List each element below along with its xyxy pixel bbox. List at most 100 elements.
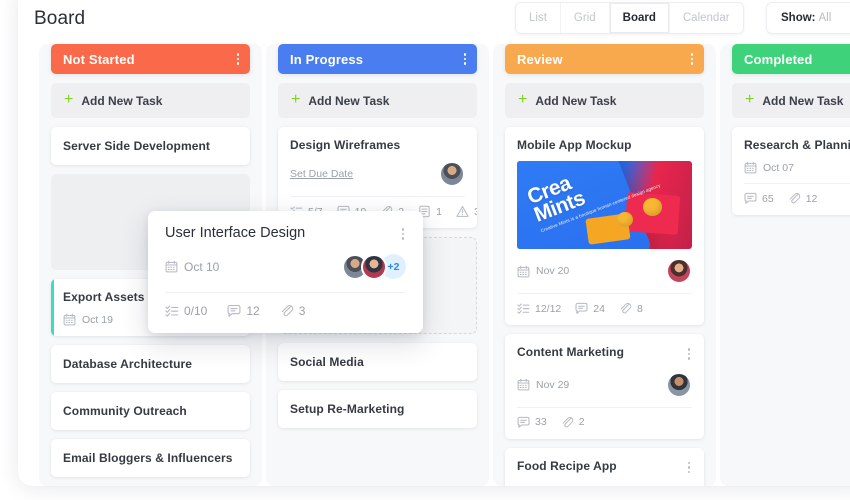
column-title: In Progress [290, 51, 364, 67]
card-title: Setup Re-Marketing [290, 402, 405, 416]
column-title: Completed [744, 51, 813, 67]
checklist-icon [165, 304, 179, 318]
card-title: Community Outreach [63, 404, 187, 418]
divider [517, 406, 692, 408]
task-card[interactable]: Community Outreach [51, 392, 250, 430]
add-new-task-button[interactable]: + Add New Task [505, 83, 704, 118]
kanban-column: Completed + Add New Task Research & Plan… [720, 44, 850, 486]
comment-icon [575, 302, 588, 315]
show-filter-dropdown[interactable]: Show: All [766, 2, 850, 34]
meta-value: 2 [578, 416, 585, 428]
column-header[interactable]: Completed [732, 44, 850, 74]
column-menu-icon[interactable] [235, 50, 242, 68]
add-new-task-button[interactable]: + Add New Task [732, 83, 850, 118]
avatar[interactable] [647, 485, 673, 486]
add-new-task-button[interactable]: + Add New Task [278, 83, 477, 118]
plus-icon: + [518, 91, 528, 108]
meta-value: 8 [636, 302, 643, 315]
column-header[interactable]: Not Started [51, 44, 250, 74]
kanban-column: Review + Add New Task Mobile App Mockup [493, 44, 716, 486]
view-switcher[interactable]: List Grid Board Calendar [515, 2, 744, 34]
meta-item: 0/10 [165, 304, 207, 318]
meta-item: 24 [575, 302, 605, 315]
task-card[interactable]: Social Media [278, 343, 477, 381]
task-card[interactable]: Research & Planning Oct 07 65 12 [732, 127, 850, 215]
card-due-date[interactable]: Oct 07 [744, 161, 794, 174]
card-avatars[interactable] [439, 161, 465, 187]
view-tab-calendar[interactable]: Calendar [670, 3, 743, 33]
meta-item: 2 [561, 416, 585, 429]
attachment-icon [561, 416, 574, 429]
add-task-label: Add New Task [308, 93, 390, 108]
card-due-date[interactable]: Nov 29 [517, 378, 569, 391]
avatar[interactable] [361, 253, 387, 280]
card-date-text: Nov 20 [536, 265, 570, 277]
card-due-date[interactable]: Nov 20 [517, 265, 569, 278]
warning-icon [456, 205, 469, 218]
card-title: Mobile App Mockup [517, 138, 632, 152]
card-title: Server Side Development [63, 139, 211, 153]
card-avatars[interactable] [628, 485, 692, 486]
task-card[interactable]: Food Recipe App Nov 19 [505, 447, 704, 486]
add-task-label: Add New Task [762, 93, 844, 108]
column-title: Not Started [63, 51, 135, 67]
meta-item: 33 [517, 416, 547, 429]
meta-item: 12 [788, 192, 818, 205]
meta-value: 3 [473, 205, 477, 218]
sphere-shape [616, 212, 633, 227]
card-date-text: Oct 10 [184, 259, 220, 274]
column-menu-icon[interactable] [462, 50, 469, 68]
card-due-date: Oct 10 [165, 260, 219, 274]
meta-item: 3 [456, 205, 477, 218]
card-meta: 33 2 [517, 416, 692, 429]
task-card[interactable]: Server Side Development [51, 127, 250, 165]
plus-icon: + [64, 91, 74, 108]
view-tab-grid[interactable]: Grid [561, 3, 610, 33]
card-date-text: Nov 29 [536, 378, 570, 391]
card-menu-icon[interactable] [686, 459, 693, 477]
task-card[interactable]: Setup Re-Marketing [278, 390, 477, 428]
card-meta: 65 12 [744, 192, 850, 205]
card-avatars[interactable] [666, 258, 692, 284]
avatar[interactable] [439, 161, 465, 187]
card-due-date[interactable]: Set Due Date [290, 168, 353, 180]
task-card[interactable]: Database Architecture [51, 345, 250, 383]
divider [744, 183, 850, 184]
column-header[interactable]: In Progress [278, 44, 477, 74]
column-cards: + Add New Task Research & Planning Oct 0… [732, 74, 850, 215]
card-avatars[interactable]: +2 [342, 253, 406, 280]
avatar[interactable] [666, 485, 692, 486]
column-header[interactable]: Review [505, 44, 704, 74]
comment-icon [227, 304, 241, 318]
calendar-icon [63, 313, 76, 326]
meta-value: 0/10 [184, 303, 208, 318]
task-card[interactable]: Mobile App Mockup Crea Mints Creative Min… [505, 127, 704, 325]
calendar-icon [517, 265, 530, 278]
task-card[interactable]: Content Marketing Nov 29 33 2 [505, 334, 704, 439]
attachment-icon [619, 302, 632, 315]
avatar[interactable] [666, 258, 692, 284]
column-menu-icon[interactable] [689, 50, 696, 68]
dragged-card[interactable]: User Interface Design Oct 10 +2 0/10 12 … [148, 211, 423, 333]
attachment-icon [788, 192, 801, 205]
plus-icon: + [291, 91, 301, 108]
task-card[interactable]: Email Bloggers & Influencers [51, 439, 250, 477]
card-menu-icon[interactable] [400, 225, 407, 243]
card-title: Content Marketing [517, 345, 625, 359]
add-new-task-button[interactable]: + Add New Task [51, 83, 250, 118]
meta-item: 3 [280, 304, 305, 318]
comment-icon [744, 192, 757, 205]
column-cards: + Add New Task Mobile App Mockup Crea Min… [505, 74, 704, 486]
meta-value: 12 [805, 192, 818, 205]
show-filter-label: Show: [781, 12, 816, 24]
meta-item: 65 [744, 192, 774, 205]
view-tab-board[interactable]: Board [609, 3, 670, 33]
avatar[interactable] [666, 371, 692, 398]
meta-item: 12 [227, 304, 260, 318]
view-tab-list[interactable]: List [516, 3, 561, 33]
page-title: Board [34, 8, 86, 29]
card-menu-icon[interactable] [686, 345, 693, 363]
card-avatars[interactable] [666, 371, 692, 398]
card-due-date[interactable]: Oct 19 [63, 313, 113, 326]
avatar[interactable] [628, 485, 654, 486]
